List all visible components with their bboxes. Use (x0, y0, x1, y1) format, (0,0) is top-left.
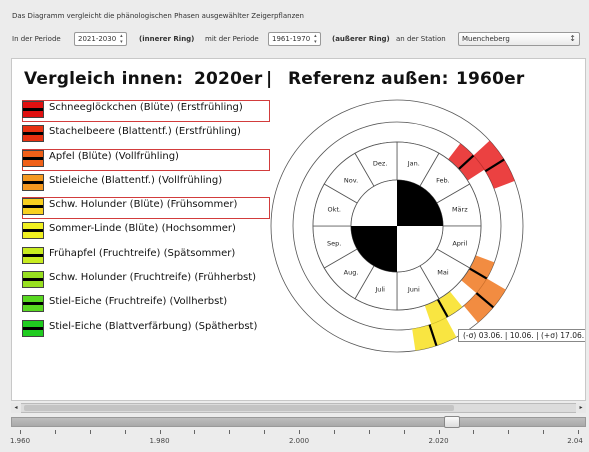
month-label: Juli (374, 285, 385, 293)
timeline-year-label: 2.020 (428, 437, 449, 445)
scroll-right-icon[interactable]: ▸ (576, 403, 586, 413)
timeline-year-label: 1.980 (149, 437, 170, 445)
timeline-tick (333, 430, 335, 434)
timeline-tick (124, 430, 126, 434)
timeline-tick (264, 430, 266, 434)
timeline-tick (403, 430, 405, 434)
month-label: Dez. (373, 160, 387, 168)
month-label: Nov. (344, 177, 358, 185)
outer-period-spinner[interactable]: 1961-1970 (268, 32, 322, 46)
month-label: Aug. (344, 268, 359, 276)
timeline-tick (194, 430, 196, 434)
timeline-slider-track[interactable] (11, 417, 586, 427)
outer-ring-label: (außerer Ring) (332, 35, 390, 43)
timeline-tick (229, 430, 231, 434)
scroll-left-icon[interactable]: ◂ (11, 403, 21, 413)
timeline-tick (299, 430, 300, 434)
timeline-tick (159, 430, 161, 434)
month-label: Jan. (407, 160, 420, 168)
intro-text: Das Diagramm vergleicht die phänologisch… (12, 12, 304, 20)
timeline-tick (578, 430, 579, 434)
month-label: Feb. (436, 177, 450, 185)
app-window: Das Diagramm vergleicht die phänologisch… (0, 0, 589, 452)
month-label: Mai (437, 268, 449, 276)
station-select[interactable]: Muencheberg (458, 32, 580, 46)
phenology-wheel: Jan. Feb. März April Mai Juni Juli Aug. Sep. Okt.… (270, 99, 524, 353)
timeline-tick (543, 430, 545, 434)
station-label: an der Station (396, 35, 446, 43)
period-prefix-label: In der Periode (12, 35, 61, 43)
month-label: Sep. (327, 239, 341, 247)
timeline-tick (20, 430, 21, 434)
horizontal-scrollbar[interactable]: ◂ ▸ (11, 403, 586, 413)
timeline-tick (473, 430, 475, 434)
period-controls: In der Periode 2021-2030 (innerer Ring) … (12, 32, 582, 46)
timeline-year-label: 2.04 (567, 437, 583, 445)
inner-period-spinner[interactable]: 2021-2030 (74, 32, 128, 46)
diagram-panel: Vergleich innen: 2020er | Referenz außen… (11, 58, 586, 401)
month-label: Okt. (327, 206, 341, 214)
timeline-tick (508, 430, 510, 434)
timeline-year-label: 2.000 (288, 437, 310, 445)
month-label: Juni (407, 285, 420, 293)
timeline-tick (438, 430, 440, 434)
timeline-tick (368, 430, 370, 434)
timeline-year-label: 1.960 (9, 437, 31, 445)
phase-tooltip: (-σ) 03.06. | 10.06. | (+σ) 17.06. (458, 329, 585, 342)
scrollbar-thumb[interactable] (24, 405, 454, 411)
timeline-tick (89, 430, 91, 434)
timeline-slider-thumb[interactable] (444, 416, 461, 428)
month-label: April (452, 239, 467, 247)
month-label: März (452, 206, 468, 214)
compare-label: mit der Periode (205, 35, 259, 43)
timeline-tick (54, 430, 56, 434)
inner-ring-label: (innerer Ring) (139, 35, 195, 43)
